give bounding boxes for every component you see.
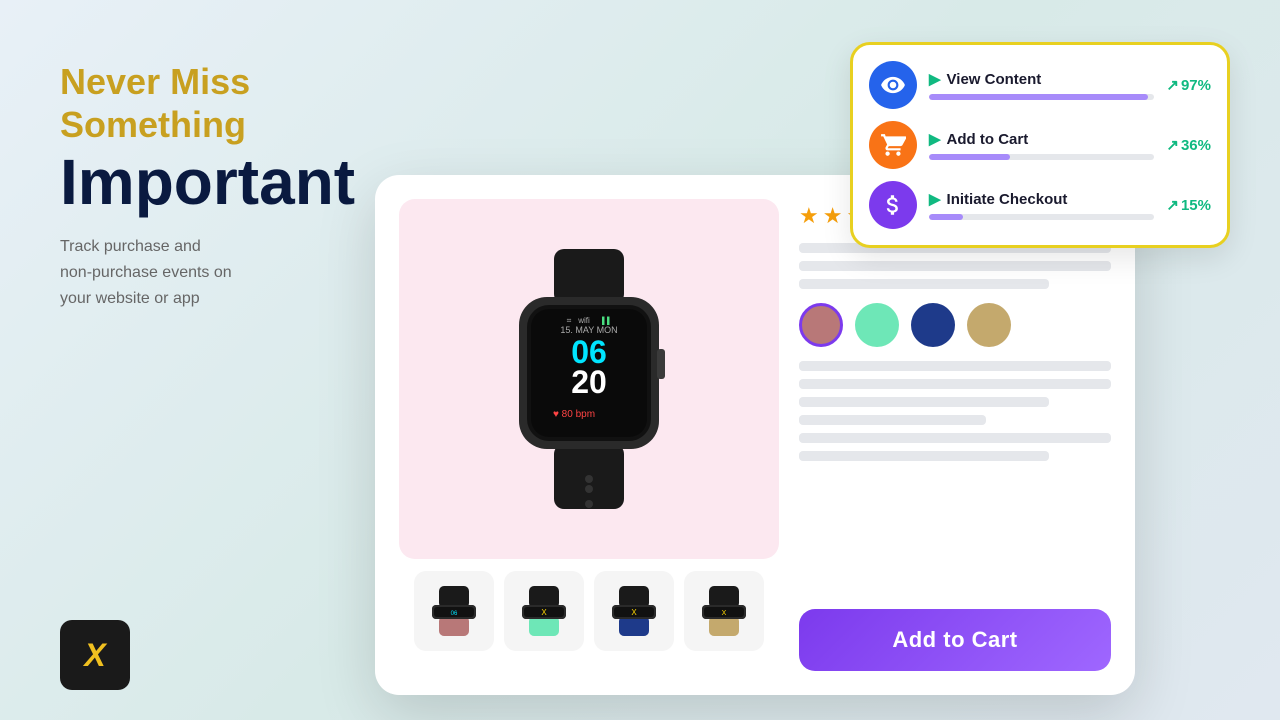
stat-row-initiate-checkout: ▶ Initiate Checkout ↗ 15% [869,181,1211,229]
initiate-checkout-icon [869,181,917,229]
stat-label-initiate-checkout: ▶ Initiate Checkout [929,190,1154,208]
svg-text:♥ 80 bpm: ♥ 80 bpm [553,409,595,420]
stat-content-add-to-cart: ▶ Add to Cart [929,130,1154,160]
view-content-icon [869,61,917,109]
stat-bar-view-content [929,94,1148,100]
svg-text:06: 06 [451,611,458,617]
spec-line-5 [799,433,1111,443]
stat-bar-initiate-checkout [929,214,963,220]
text-line-3 [799,279,1049,289]
svg-text:X: X [541,608,547,617]
star-2: ★ [823,203,843,229]
product-images: 15. MAY MON 06 20 ♥ 80 bpm ⌗ wifi ▌▌ [399,199,779,671]
stat-content-initiate-checkout: ▶ Initiate Checkout [929,190,1154,220]
left-section: Never Miss Something Important Track pur… [60,60,400,311]
color-swatch-rose[interactable] [799,303,843,347]
spec-line-3 [799,397,1049,407]
logo-text: X [84,637,105,674]
thumb-rose[interactable]: 06 [414,571,494,651]
subtext: Track purchase andnon-purchase events on… [60,234,400,311]
stat-row-add-to-cart: ▶ Add to Cart ↗ 36% [869,121,1211,169]
stat-percent-view-content: ↗ 97% [1166,76,1211,94]
svg-text:X: X [631,608,637,617]
product-card: 15. MAY MON 06 20 ♥ 80 bpm ⌗ wifi ▌▌ [375,175,1135,695]
up-arrow-view-content: ↗ [1166,76,1179,94]
stat-label-add-to-cart: ▶ Add to Cart [929,130,1154,148]
spec-line-1 [799,361,1111,371]
text-line-2 [799,261,1111,271]
main-image-area: 15. MAY MON 06 20 ♥ 80 bpm ⌗ wifi ▌▌ [399,199,779,559]
stats-panel: ▶ View Content ↗ 97% ▶ Add to Cart [850,42,1230,248]
stat-percent-initiate-checkout: ↗ 15% [1166,196,1211,214]
stat-bar-bg-initiate-checkout [929,214,1154,220]
stat-bar-bg-add-to-cart [929,154,1154,160]
color-swatch-gold[interactable] [967,303,1011,347]
add-to-cart-button[interactable]: Add to Cart [799,609,1111,671]
color-swatch-blue[interactable] [911,303,955,347]
star-1: ★ [799,203,819,229]
svg-text:⌗: ⌗ [567,316,572,325]
product-details: ★ ★ ★ ★ ★ Add to Cart [799,199,1111,671]
product-description-lines [799,243,1111,289]
logo: X [60,620,130,690]
thumb-gold[interactable]: X [684,571,764,651]
headline: Important [60,150,400,214]
stat-bar-bg-view-content [929,94,1154,100]
svg-text:▌▌: ▌▌ [602,316,612,326]
up-arrow-initiate-checkout: ↗ [1166,196,1179,214]
product-spec-lines [799,361,1111,461]
thumb-blue[interactable]: X [594,571,674,651]
color-swatch-green[interactable] [855,303,899,347]
watch-svg: 15. MAY MON 06 20 ♥ 80 bpm ⌗ wifi ▌▌ [479,249,699,509]
color-options [799,303,1111,347]
spec-line-6 [799,451,1049,461]
spec-line-4 [799,415,986,425]
product-thumbnails: 06 X X [399,571,779,651]
stat-label-view-content: ▶ View Content [929,70,1154,88]
svg-text:20: 20 [571,364,607,400]
up-arrow-add-to-cart: ↗ [1166,136,1179,154]
stat-percent-add-to-cart: ↗ 36% [1166,136,1211,154]
stat-content-view-content: ▶ View Content [929,70,1154,100]
add-to-cart-icon [869,121,917,169]
tagline: Never Miss Something [60,60,400,146]
stat-bar-add-to-cart [929,154,1010,160]
stat-row-view-content: ▶ View Content ↗ 97% [869,61,1211,109]
thumb-green[interactable]: X [504,571,584,651]
svg-text:wifi: wifi [577,316,590,325]
spec-line-2 [799,379,1111,389]
svg-text:X: X [722,610,727,617]
